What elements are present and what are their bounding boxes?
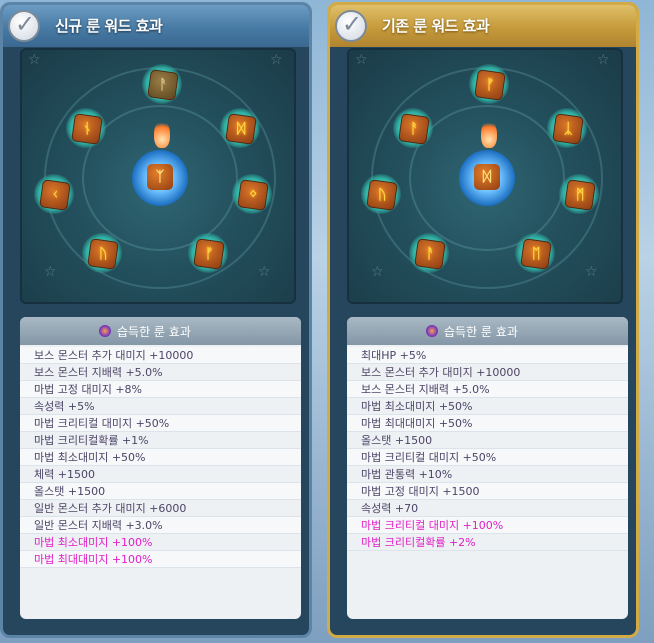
effect-row: 마법 크리티컬 대미지 +50% — [347, 449, 628, 466]
rune-stone-icon[interactable]: ᛗ — [559, 174, 599, 214]
effect-row: 보스 몬스터 지배력 +5.0% — [347, 381, 628, 398]
effect-row: 마법 고정 대미지 +1500 — [347, 483, 628, 500]
new-rune-word-panel: ✓ 신규 룬 워드 효과 ☆ ☆ ☆ ☆ ᚨ ᚾ ᛞ ᚲ ᛜ ᚢ ᚠ ᛉ 습득한… — [0, 2, 312, 638]
effect-row: 속성력 +70 — [347, 500, 628, 517]
star-icon: ☆ — [585, 264, 598, 280]
star-icon: ☆ — [270, 52, 283, 68]
effect-row: 일반 몬스터 지배력 +3.0% — [20, 517, 301, 534]
rune-effect-icon — [99, 325, 111, 337]
rune-stone-icon[interactable]: ᚠ — [469, 64, 509, 104]
effect-row: 마법 크리티컬확률 +1% — [20, 432, 301, 449]
rune-stone-icon[interactable]: ᚨ — [142, 64, 182, 104]
rune-stone-icon[interactable]: ᚢ — [361, 174, 401, 214]
effect-row: 보스 몬스터 추가 대미지 +10000 — [20, 347, 301, 364]
effect-row: 마법 크리티컬 대미지 +100% — [347, 517, 628, 534]
effect-row: 보스 몬스터 추가 대미지 +10000 — [347, 364, 628, 381]
rune-stone-icon[interactable]: ᚨ — [409, 233, 449, 273]
star-icon: ☆ — [44, 264, 57, 280]
panel-title: 기존 룬 워드 효과 — [382, 17, 490, 35]
effect-list-title: 습득한 룬 효과 — [444, 325, 518, 339]
flame-icon — [481, 120, 497, 148]
effect-row: 마법 크리티컬확률 +2% — [347, 534, 628, 551]
effect-row: 마법 최소대미지 +50% — [347, 398, 628, 415]
effect-list-header: 습득한 룬 효과 — [20, 317, 301, 345]
effect-row: 마법 최소대미지 +50% — [20, 449, 301, 466]
effect-row: 올스탯 +1500 — [20, 483, 301, 500]
effect-row: 보스 몬스터 지배력 +5.0% — [20, 364, 301, 381]
effect-row: 마법 최대대미지 +50% — [347, 415, 628, 432]
effect-row: 마법 최대대미지 +100% — [20, 551, 301, 568]
effect-list-title: 습득한 룬 효과 — [117, 325, 191, 339]
flame-icon — [154, 120, 170, 148]
effect-row: 마법 크리티컬 대미지 +50% — [20, 415, 301, 432]
effect-rows: 최대HP +5% 보스 몬스터 추가 대미지 +10000 보스 몬스터 지배력 +… — [347, 347, 628, 551]
check-icon: ✓ — [8, 10, 40, 42]
rune-stone-icon[interactable]: ᛣ — [547, 108, 587, 148]
check-icon: ✓ — [335, 10, 367, 42]
effect-row: 마법 고정 대미지 +8% — [20, 381, 301, 398]
star-icon: ☆ — [258, 264, 271, 280]
existing-rune-word-panel: ✓ 기존 룬 워드 효과 ☆ ☆ ☆ ☆ ᚠ ᚨ ᛣ ᚢ ᛗ ᚨ ᛖ ᛞ 습득한… — [327, 2, 639, 638]
effect-list: 습득한 룬 효과 최대HP +5% 보스 몬스터 추가 대미지 +10000 보스 … — [347, 317, 628, 619]
rune-stone-icon[interactable]: ᛜ — [232, 174, 272, 214]
star-icon: ☆ — [597, 52, 610, 68]
effect-rows: 보스 몬스터 추가 대미지 +10000 보스 몬스터 지배력 +5.0% 마법 고… — [20, 347, 301, 568]
effect-row: 체력 +1500 — [20, 466, 301, 483]
star-icon: ☆ — [355, 52, 368, 68]
star-icon: ☆ — [371, 264, 384, 280]
center-rune-icon[interactable]: ᛉ — [132, 150, 188, 206]
effect-row: 마법 관통력 +10% — [347, 466, 628, 483]
star-icon: ☆ — [28, 52, 41, 68]
rune-stone-icon[interactable]: ᛖ — [515, 233, 555, 273]
panel-header: ✓ 신규 룬 워드 효과 — [3, 5, 309, 47]
rune-effect-icon — [426, 325, 438, 337]
panel-header: ✓ 기존 룬 워드 효과 — [330, 5, 636, 47]
rune-stone-icon[interactable]: ᚨ — [393, 108, 433, 148]
panel-title: 신규 룬 워드 효과 — [55, 17, 163, 35]
effect-list: 습득한 룬 효과 보스 몬스터 추가 대미지 +10000 보스 몬스터 지배력 … — [20, 317, 301, 619]
effect-row: 일반 몬스터 추가 대미지 +6000 — [20, 500, 301, 517]
effect-list-header: 습득한 룬 효과 — [347, 317, 628, 345]
rune-stone-icon[interactable]: ᚠ — [188, 233, 228, 273]
effect-row: 속성력 +5% — [20, 398, 301, 415]
effect-row: 최대HP +5% — [347, 347, 628, 364]
rune-stone-icon[interactable]: ᚲ — [34, 174, 74, 214]
effect-row: 마법 최소대미지 +100% — [20, 534, 301, 551]
rune-board: ☆ ☆ ☆ ☆ ᚠ ᚨ ᛣ ᚢ ᛗ ᚨ ᛖ ᛞ — [347, 48, 623, 304]
center-rune-icon[interactable]: ᛞ — [459, 150, 515, 206]
effect-row: 올스탯 +1500 — [347, 432, 628, 449]
rune-stone-icon[interactable]: ᛞ — [220, 108, 260, 148]
rune-stone-icon[interactable]: ᚢ — [82, 233, 122, 273]
rune-board: ☆ ☆ ☆ ☆ ᚨ ᚾ ᛞ ᚲ ᛜ ᚢ ᚠ ᛉ — [20, 48, 296, 304]
rune-stone-icon[interactable]: ᚾ — [66, 108, 106, 148]
